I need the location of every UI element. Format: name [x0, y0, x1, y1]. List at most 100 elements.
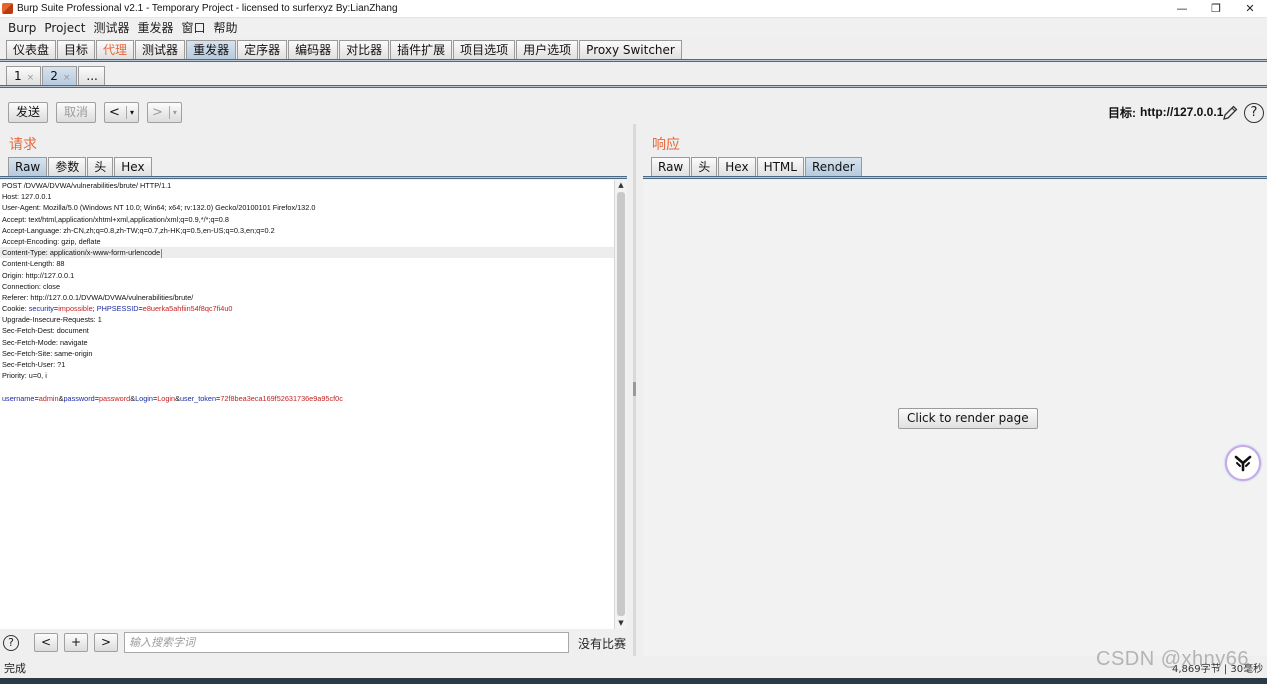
- tab-proxy-switcher[interactable]: Proxy Switcher: [579, 40, 682, 60]
- request-line: Sec-Fetch-Mode: navigate: [2, 337, 88, 347]
- chevron-down-icon[interactable]: ▾: [130, 103, 134, 122]
- tab-dashboard[interactable]: 仪表盘: [6, 40, 57, 60]
- repeater-tab-2[interactable]: 2 ×: [42, 66, 78, 86]
- request-view-tabs: Raw 参数 头 Hex: [8, 157, 153, 177]
- burp-app-icon: [2, 3, 13, 14]
- response-tab-hex[interactable]: Hex: [718, 157, 756, 177]
- cookie-value: e8uerka5ahfiin54f8qc7fi4u0: [142, 304, 233, 314]
- request-line-current: Content-Type: application/x-www-form-url…: [0, 247, 614, 259]
- search-input[interactable]: 输入搜索字词: [124, 632, 569, 653]
- close-window-button[interactable]: ✕: [1233, 0, 1267, 18]
- request-tab-params[interactable]: 参数: [48, 157, 87, 177]
- chevron-down-icon[interactable]: ▾: [173, 103, 177, 122]
- request-line: Priority: u=0, i: [2, 371, 47, 381]
- request-line: POST /DVWA/DVWA/vulnerabilities/brute/ H…: [2, 181, 172, 190]
- search-add-button[interactable]: +: [64, 633, 88, 652]
- target-value: http://127.0.0.1: [1140, 105, 1224, 119]
- menu-window[interactable]: 窗口: [177, 18, 209, 38]
- request-line: Accept-Language: zh-CN,zh;q=0.8,zh-TW;q=…: [2, 225, 275, 235]
- menu-intruder[interactable]: 测试器: [89, 18, 133, 38]
- param-value: Login: [157, 393, 176, 403]
- tab-extender[interactable]: 插件扩展: [390, 40, 453, 60]
- csdn-watermark: CSDN @xhny66: [1096, 648, 1250, 670]
- text-caret: [161, 248, 163, 258]
- repeater-tab-bar: 1 × 2 × ...: [6, 66, 106, 86]
- forward-button[interactable]: > ▾: [146, 102, 182, 123]
- param-value: 72f8bea3eca169f52631736e9a95cf0c: [220, 393, 343, 403]
- cookie-value: impossible: [58, 304, 93, 314]
- tab-decoder[interactable]: 编码器: [288, 40, 339, 60]
- cookie-key: PHPSESSID: [96, 304, 139, 314]
- menu-project[interactable]: Project: [40, 18, 89, 38]
- request-line: Sec-Fetch-User: ?1: [2, 360, 66, 369]
- repeater-tab-underline: [0, 85, 1267, 88]
- menu-repeater[interactable]: 重发器: [133, 18, 177, 38]
- search-help-icon[interactable]: ?: [3, 635, 19, 651]
- tab-sequencer[interactable]: 定序器: [237, 40, 288, 60]
- tab-proxy[interactable]: 代理: [96, 40, 135, 60]
- close-tab-icon[interactable]: ×: [63, 73, 71, 83]
- send-button[interactable]: 发送: [8, 102, 49, 123]
- request-line: Upgrade-Insecure-Requests: 1: [2, 315, 102, 325]
- tab-target[interactable]: 目标: [57, 40, 96, 60]
- tab-comparer[interactable]: 对比器: [339, 40, 390, 60]
- scroll-down-icon[interactable]: ▼: [615, 618, 627, 629]
- window-title: Burp Suite Professional v2.1 - Temporary…: [17, 3, 398, 14]
- cancel-button[interactable]: 取消: [56, 102, 97, 123]
- response-tab-raw[interactable]: Raw: [651, 157, 691, 177]
- param-value: password: [98, 393, 131, 403]
- request-line: Connection: close: [2, 281, 61, 291]
- tab-user-options[interactable]: 用户选项: [516, 40, 579, 60]
- divider-grip-handle[interactable]: [633, 382, 636, 396]
- request-line: Origin: http://127.0.0.1: [2, 270, 75, 280]
- param-key: user_token: [179, 393, 217, 403]
- scroll-thumb[interactable]: [617, 192, 625, 616]
- request-tab-headers[interactable]: 头: [87, 157, 114, 177]
- request-scrollbar[interactable]: ▲ ▼: [615, 180, 627, 629]
- target-label: 目标:: [1108, 105, 1136, 120]
- menu-help[interactable]: 帮助: [210, 18, 242, 38]
- request-tab-raw[interactable]: Raw: [8, 157, 48, 177]
- request-line: Accept: text/html,application/xhtml+xml,…: [2, 214, 229, 224]
- title-bar: Burp Suite Professional v2.1 - Temporary…: [0, 0, 1267, 18]
- cookie-line: Cookie: security=impossible; PHPSESSID=e…: [0, 303, 614, 314]
- response-tab-html[interactable]: HTML: [756, 157, 804, 177]
- search-next-button[interactable]: >: [94, 633, 118, 652]
- tab-project-options[interactable]: 项目选项: [453, 40, 516, 60]
- assistant-icon[interactable]: [1225, 445, 1261, 481]
- request-tab-hex[interactable]: Hex: [114, 157, 152, 177]
- close-tab-icon[interactable]: ×: [27, 73, 35, 83]
- scroll-up-icon[interactable]: ▲: [615, 180, 627, 191]
- repeater-tab-label: 2: [50, 69, 58, 83]
- request-editor[interactable]: POST /DVWA/DVWA/vulnerabilities/brute/ H…: [0, 180, 615, 629]
- tab-intruder[interactable]: 测试器: [135, 40, 186, 60]
- back-button[interactable]: < ▾: [104, 102, 139, 123]
- response-tab-underline: [643, 176, 1267, 179]
- request-line: Referer: http://127.0.0.1/DVWA/DVWA/vuln…: [2, 292, 194, 302]
- request-line: Sec-Fetch-Dest: document: [2, 326, 89, 336]
- maximize-button[interactable]: ❐: [1199, 0, 1233, 18]
- param-key: password: [63, 393, 95, 403]
- request-line: Sec-Fetch-Site: same-origin: [2, 348, 93, 358]
- tab-repeater[interactable]: 重发器: [186, 40, 237, 60]
- window-controls: — ❐ ✕: [1165, 0, 1267, 18]
- search-prev-button[interactable]: <: [34, 633, 58, 652]
- render-page-button[interactable]: Click to render page: [898, 408, 1038, 429]
- request-line: Content-Length: 88: [2, 259, 65, 269]
- repeater-tab-label: 1: [14, 69, 22, 83]
- request-tab-underline: [0, 176, 627, 179]
- param-value: admin: [38, 393, 59, 403]
- cookie-key: security: [28, 304, 54, 314]
- help-icon[interactable]: ?: [1244, 103, 1264, 123]
- pencil-icon[interactable]: [1221, 104, 1239, 122]
- minimize-button[interactable]: —: [1165, 0, 1199, 18]
- menu-burp[interactable]: Burp: [4, 18, 40, 38]
- repeater-tab-1[interactable]: 1 ×: [6, 66, 42, 86]
- param-key: Login: [135, 393, 153, 403]
- main-tab-bar: 仪表盘 目标 代理 测试器 重发器 定序器 编码器 对比器 插件扩展 项目选项 …: [6, 40, 683, 60]
- response-tab-headers[interactable]: 头: [691, 157, 718, 177]
- main-tab-underline: [0, 59, 1267, 62]
- new-tab-button[interactable]: ...: [78, 66, 105, 86]
- response-tab-render[interactable]: Render: [804, 157, 862, 177]
